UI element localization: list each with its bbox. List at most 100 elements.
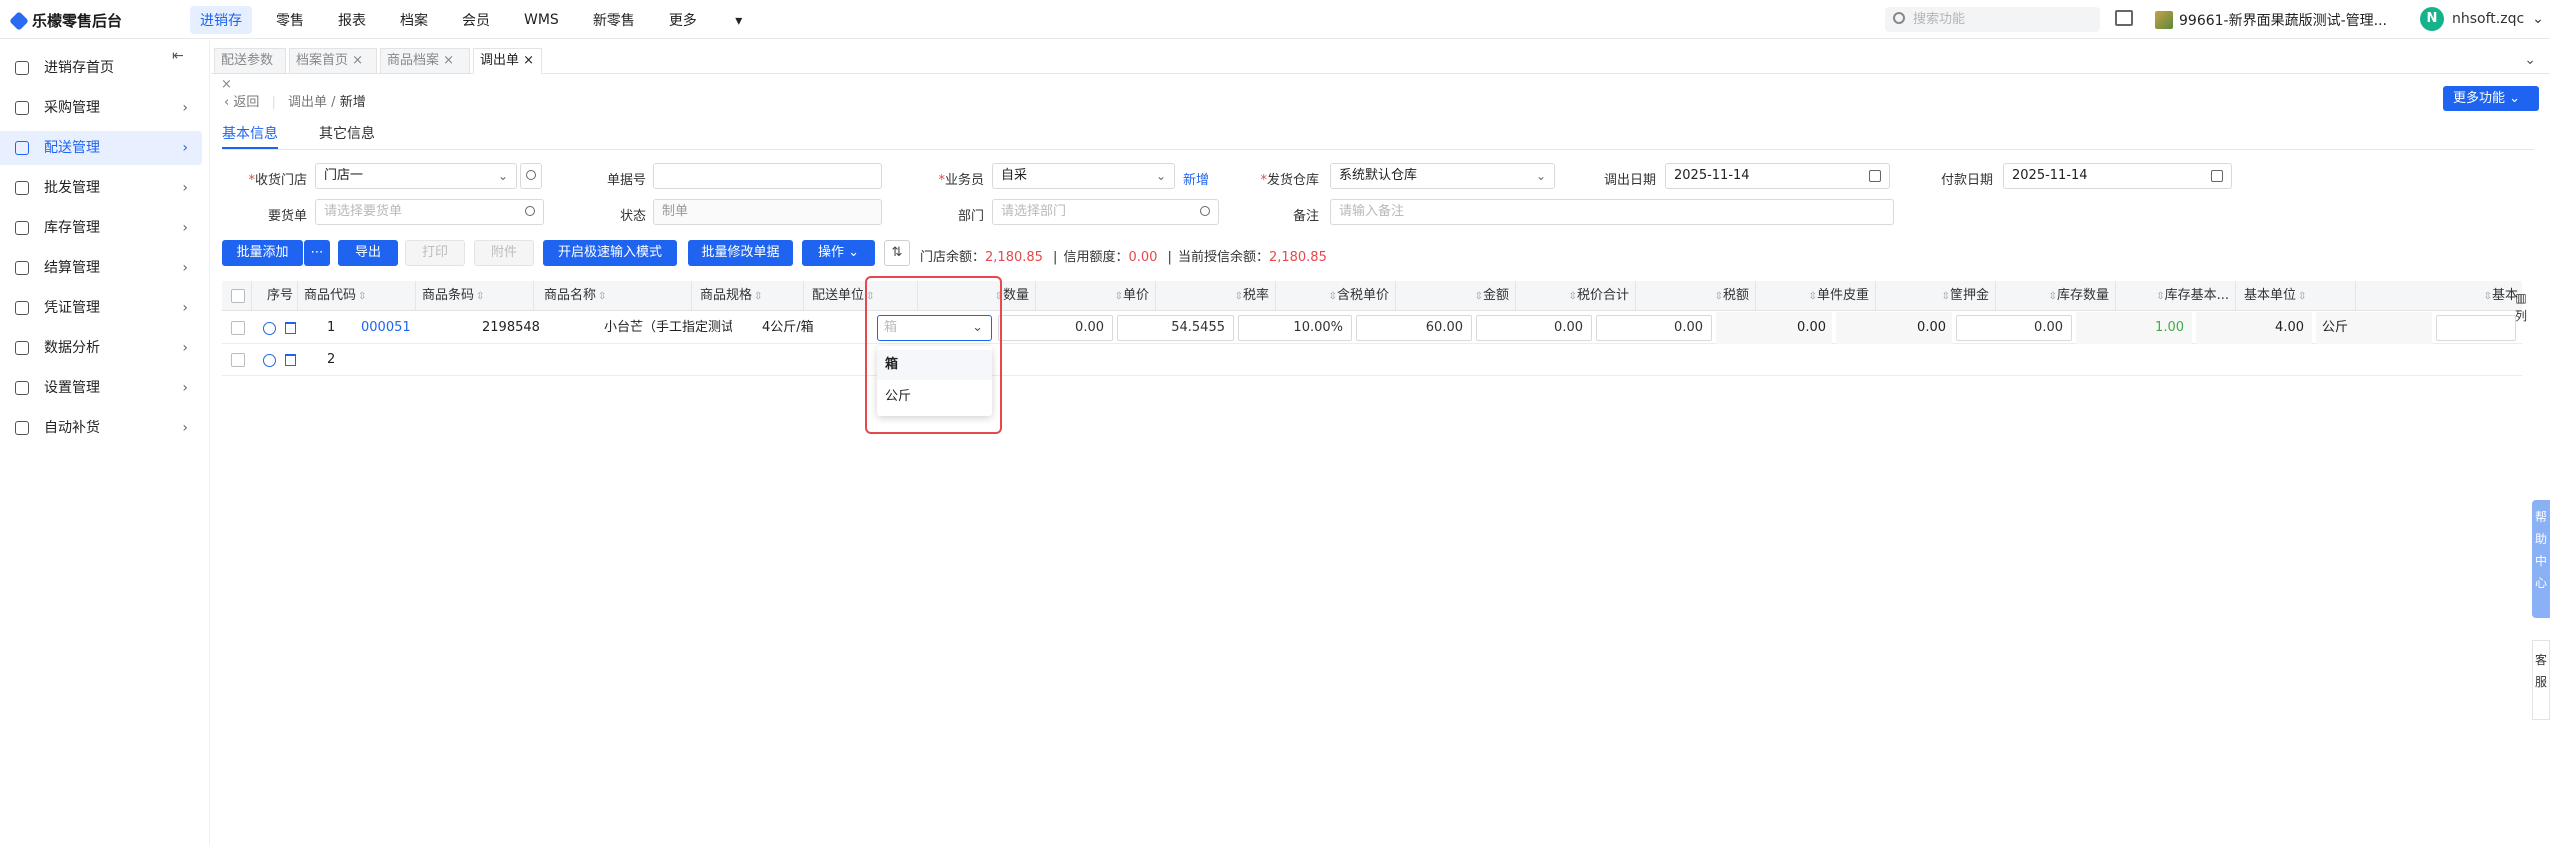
- th-tare[interactable]: ⇳单件皮重: [1756, 281, 1876, 311]
- req-order-input[interactable]: 请选择要货单: [315, 199, 544, 225]
- close-icon[interactable]: ×: [221, 77, 232, 92]
- delete-row-icon[interactable]: [285, 322, 296, 334]
- sidebar-item-purchase[interactable]: 采购管理 ›: [0, 91, 202, 125]
- topnav-more[interactable]: 更多 ▾: [669, 10, 742, 30]
- add-row-icon[interactable]: [263, 354, 276, 367]
- tab-product-archive[interactable]: 商品档案 ×: [380, 48, 470, 74]
- row-total-input[interactable]: 0.00: [1596, 315, 1712, 341]
- breadcrumb-parent[interactable]: 调出单: [288, 95, 327, 110]
- sidebar-item-settings[interactable]: 设置管理 ›: [0, 371, 202, 405]
- unit-select[interactable]: 箱 ⌄: [877, 315, 992, 341]
- row-code-link[interactable]: 000051: [361, 312, 479, 344]
- topnav-report[interactable]: 报表: [338, 10, 366, 30]
- export-button[interactable]: 导出: [338, 240, 398, 266]
- topnav-newretail[interactable]: 新零售: [593, 10, 635, 30]
- th-base-unit[interactable]: 基本单位 ⇳: [2236, 281, 2356, 311]
- row-price-input[interactable]: 54.5455: [1117, 315, 1234, 341]
- sidebar-item-wholesale[interactable]: 批发管理 ›: [0, 171, 202, 205]
- column-settings-icon[interactable]: ⇅: [884, 240, 910, 266]
- columns-icon: ▥: [2515, 291, 2527, 305]
- th-price[interactable]: ⇳单价: [1036, 281, 1156, 311]
- tab-delivery-params[interactable]: 配送参数 ×: [214, 48, 286, 92]
- batch-add-button[interactable]: 批量添加: [222, 240, 303, 266]
- th-barcode[interactable]: 商品条码 ⇳: [416, 281, 534, 311]
- delete-row-icon[interactable]: [285, 354, 296, 366]
- topnav-member[interactable]: 会员: [462, 10, 490, 30]
- th-deposit[interactable]: ⇳筐押金: [1876, 281, 1996, 311]
- th-code[interactable]: 商品代码 ⇳: [298, 281, 416, 311]
- order-no-input[interactable]: [653, 163, 882, 189]
- th-amount[interactable]: ⇳金额: [1396, 281, 1516, 311]
- topnav-wms[interactable]: WMS: [524, 12, 559, 28]
- out-date-picker[interactable]: 2025-11-14: [1665, 163, 1890, 189]
- close-icon[interactable]: ×: [443, 53, 454, 68]
- topnav-retail[interactable]: 零售: [276, 10, 304, 30]
- row-qty-input[interactable]: 0.00: [998, 315, 1113, 341]
- th-tax-price[interactable]: ⇳含税单价: [1276, 281, 1396, 311]
- tab-archive-home[interactable]: 档案首页 ×: [289, 48, 377, 74]
- sidebar-item-distribution[interactable]: 配送管理 ›: [0, 131, 202, 165]
- dept-label: 部门: [957, 209, 984, 224]
- batch-add-more-button[interactable]: ⋯: [304, 240, 330, 266]
- remark-input[interactable]: 请输入备注: [1330, 199, 1894, 225]
- th-base[interactable]: ⇳基本: [2356, 281, 2522, 311]
- sidebar: ⇤ 进销存首页 采购管理 › 配送管理 › 批发管理 › 库存管理 › 结算管理 › 凭证…: [0, 40, 210, 845]
- subtab-basic[interactable]: 基本信息: [222, 123, 278, 149]
- unit-option-box[interactable]: 箱: [877, 350, 992, 380]
- select-all-checkbox[interactable]: [231, 289, 245, 303]
- th-stock-base[interactable]: ⇳库存基本...: [2116, 281, 2236, 311]
- topnav-archive[interactable]: 档案: [400, 10, 428, 30]
- recv-store-label: *收货门店: [248, 173, 307, 188]
- recv-store-select[interactable]: 门店一 ⌄: [315, 163, 517, 189]
- sidebar-item-voucher[interactable]: 凭证管理 ›: [0, 291, 202, 325]
- top-nav: 进销存 零售 报表 档案 会员 WMS 新零售 更多 ▾: [190, 0, 776, 39]
- service-tab[interactable]: 客服: [2532, 640, 2550, 720]
- row-amount-input[interactable]: 0.00: [1476, 315, 1592, 341]
- fast-input-button[interactable]: 开启极速输入模式: [543, 240, 677, 266]
- printer-icon[interactable]: [2115, 10, 2133, 26]
- salesman-new-link[interactable]: 新增: [1183, 169, 1209, 188]
- dept-input[interactable]: 请选择部门: [992, 199, 1219, 225]
- app-logo[interactable]: 乐檬零售后台: [9, 10, 122, 31]
- help-center-tab[interactable]: 帮助中心: [2532, 500, 2550, 618]
- batch-edit-button[interactable]: 批量修改单据: [688, 240, 793, 266]
- pay-date-picker[interactable]: 2025-11-14: [2003, 163, 2232, 189]
- sidebar-item-home[interactable]: 进销存首页: [0, 51, 202, 85]
- th-tax-rate[interactable]: ⇳税率: [1156, 281, 1276, 311]
- tab-transfer-out[interactable]: 调出单 ×: [473, 48, 542, 74]
- add-row-icon[interactable]: [263, 322, 276, 335]
- th-tax[interactable]: ⇳税额: [1636, 281, 1756, 311]
- more-functions-button[interactable]: 更多功能 ⌄: [2443, 86, 2539, 111]
- close-icon[interactable]: ×: [352, 53, 363, 68]
- subtab-other[interactable]: 其它信息: [319, 123, 375, 143]
- chevron-down-icon[interactable]: ⌄: [2524, 52, 2536, 68]
- row-checkbox[interactable]: [231, 321, 245, 335]
- row-checkbox[interactable]: [231, 353, 245, 367]
- row-deposit-input[interactable]: 0.00: [1956, 315, 2072, 341]
- sidebar-item-settlement[interactable]: 结算管理 ›: [0, 251, 202, 285]
- close-icon[interactable]: ×: [523, 53, 534, 68]
- row-tax-rate-input[interactable]: 10.00%: [1238, 315, 1352, 341]
- global-search-input[interactable]: 搜索功能: [1885, 7, 2100, 32]
- operate-dropdown-button[interactable]: 操作 ⌄: [802, 240, 875, 266]
- avatar: N: [2420, 7, 2444, 31]
- th-name[interactable]: 商品名称 ⇳: [534, 281, 692, 311]
- store-selector[interactable]: 99661-新界面果蔬版测试-管理...: [2155, 10, 2387, 30]
- topnav-jxc[interactable]: 进销存: [190, 5, 252, 34]
- row-tax-price-input[interactable]: 60.00: [1356, 315, 1472, 341]
- recv-store-search-button[interactable]: [520, 163, 542, 189]
- user-menu[interactable]: Nnhsoft.zqc ⌄: [2420, 7, 2544, 31]
- salesman-select[interactable]: 自采 ⌄: [992, 163, 1175, 189]
- row-base-input[interactable]: [2436, 315, 2516, 341]
- sidebar-item-analysis[interactable]: 数据分析 ›: [0, 331, 202, 365]
- back-link[interactable]: ‹ 返回: [224, 95, 259, 110]
- th-stock[interactable]: ⇳库存数量: [1996, 281, 2116, 311]
- unit-option-kg[interactable]: 公斤: [877, 382, 992, 412]
- ship-warehouse-select[interactable]: 系统默认仓库 ⌄: [1330, 163, 1555, 189]
- sidebar-item-inventory[interactable]: 库存管理 ›: [0, 211, 202, 245]
- column-toggle[interactable]: ▥ 列: [2514, 289, 2528, 325]
- sidebar-item-autorestock[interactable]: 自动补货 ›: [0, 411, 202, 445]
- th-total[interactable]: ⇳税价合计: [1516, 281, 1636, 311]
- chevron-down-icon: ⌄: [972, 320, 983, 335]
- th-spec[interactable]: 商品规格 ⇳: [692, 281, 804, 311]
